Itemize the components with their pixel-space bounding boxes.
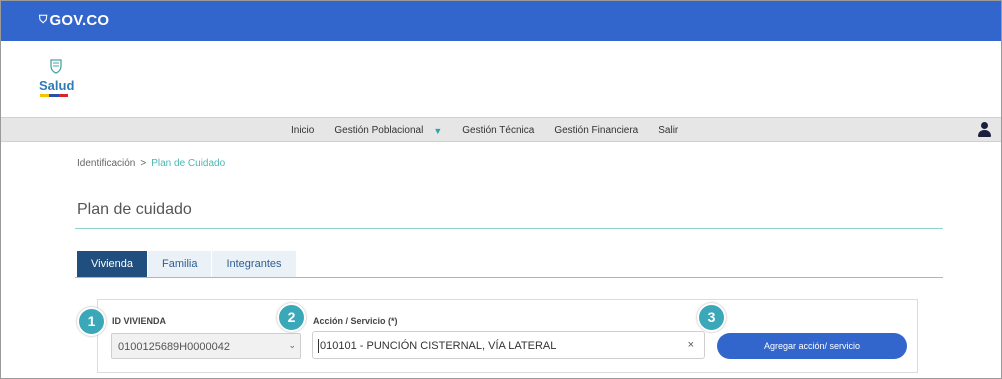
step-marker-1: 1 xyxy=(77,307,106,336)
user-icon[interactable] xyxy=(978,122,991,138)
nav-item-gestion-financiera[interactable]: Gestión Financiera xyxy=(554,125,638,136)
tab-familia[interactable]: Familia xyxy=(148,251,213,277)
salud-logo[interactable]: Salud xyxy=(39,58,79,108)
brand-flag-stripe xyxy=(40,94,68,97)
clear-icon[interactable]: × xyxy=(688,339,694,351)
vivienda-select[interactable]: 0100125689H0000042 ⌄ xyxy=(111,333,301,359)
triangle-down-icon[interactable]: ▼ xyxy=(433,126,442,136)
vivienda-label: ID VIVIENDA xyxy=(112,316,167,326)
tab-vivienda[interactable]: Vivienda xyxy=(77,251,148,277)
step-marker-2: 2 xyxy=(277,303,306,332)
step-marker-3: 3 xyxy=(697,303,726,332)
accion-servicio-input[interactable]: 010101 - PUNCIÓN CISTERNAL, VÍA LATERAL … xyxy=(312,331,705,359)
nav-item-gestion-poblacional[interactable]: Gestión Poblacional xyxy=(334,125,423,136)
shield-icon: ⛉ xyxy=(39,14,48,26)
vivienda-select-value: 0100125689H0000042 xyxy=(118,341,230,353)
breadcrumb-item-identificacion[interactable]: Identificación xyxy=(77,158,135,169)
add-accion-servicio-button[interactable]: Agregar acción/ servicio xyxy=(717,333,907,359)
main-nav: Inicio Gestión Poblacional ▼ Gestión Téc… xyxy=(1,117,1001,142)
page-title: Plan de cuidado xyxy=(77,201,192,218)
gov-bar: ⛉ GOV.CO xyxy=(1,1,1001,41)
tab-integrantes[interactable]: Integrantes xyxy=(212,251,297,277)
accion-servicio-value: 010101 - PUNCIÓN CISTERNAL, VÍA LATERAL xyxy=(320,340,557,352)
text-cursor xyxy=(318,339,319,353)
gov-logo[interactable]: ⛉ GOV.CO xyxy=(39,12,109,29)
accion-label: Acción / Servicio (*) xyxy=(313,316,398,326)
tabs-divider xyxy=(75,277,943,278)
gov-logo-text: GOV.CO xyxy=(49,12,110,29)
chevron-down-icon: ⌄ xyxy=(288,340,296,350)
app-frame: ⛉ GOV.CO Salud Inicio Gestión Poblacional… xyxy=(0,0,1002,379)
brand-name: Salud xyxy=(39,78,75,93)
breadcrumb: Identificación > Plan de Cuidado xyxy=(77,158,225,169)
tab-bar: Vivienda Familia Integrantes xyxy=(77,251,297,277)
title-divider xyxy=(75,228,943,229)
breadcrumb-item-plan-de-cuidado: Plan de Cuidado xyxy=(151,158,226,169)
nav-item-salir[interactable]: Salir xyxy=(658,125,678,136)
colombia-emblem-icon xyxy=(50,59,62,74)
nav-item-inicio[interactable]: Inicio xyxy=(291,125,314,136)
nav-item-gestion-tecnica[interactable]: Gestión Técnica xyxy=(462,125,534,136)
breadcrumb-separator: > xyxy=(140,158,147,169)
